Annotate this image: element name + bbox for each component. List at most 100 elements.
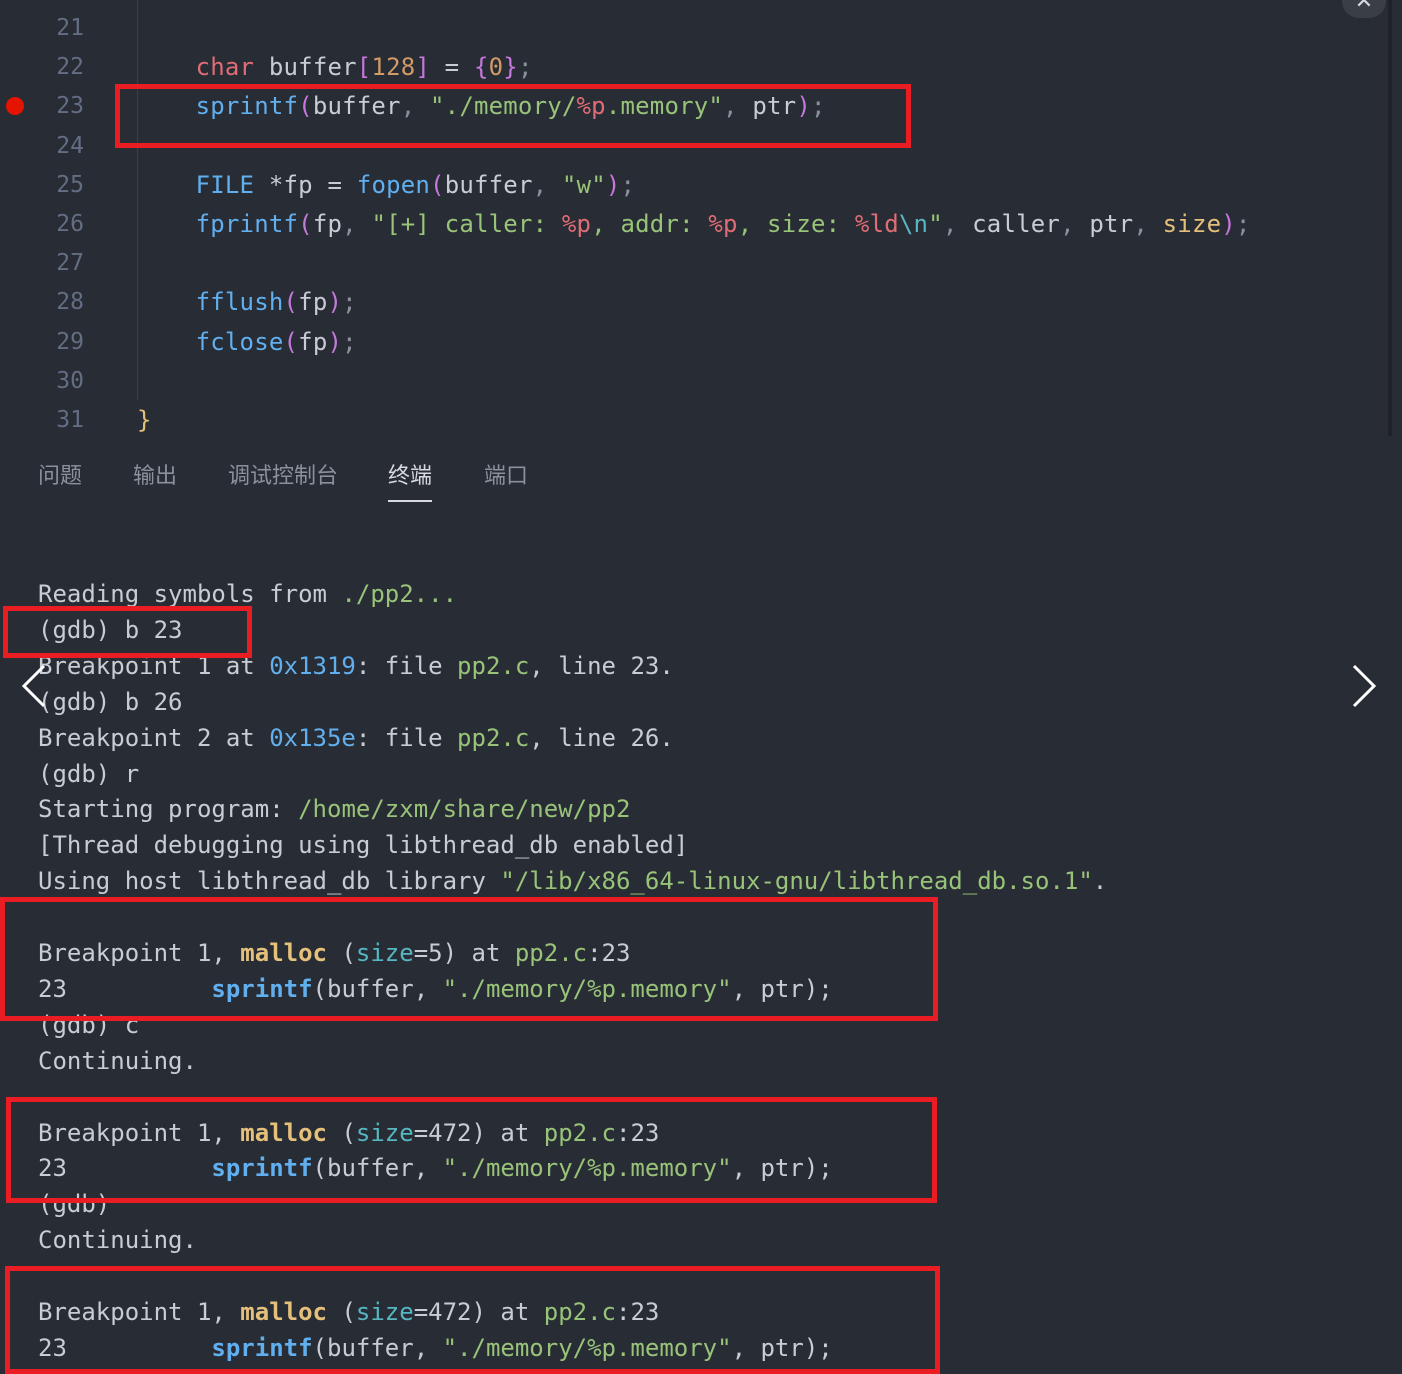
code-token: ( (283, 327, 299, 356)
terminal-line: 23 sprintf (buffer, "./memory/%p.memory",… (38, 971, 833, 1007)
code-token: FILE (195, 170, 255, 199)
line-number: 27 (56, 250, 84, 277)
terminal-token: 23 (38, 974, 212, 1003)
terminal-line: Breakpoint 2 at 0x135e: file pp2.c, line… (38, 720, 674, 756)
code-line[interactable]: 27 (0, 245, 1390, 281)
terminal[interactable]: Reading symbols from ./pp2... (gdb) b 23 B… (0, 516, 1402, 1374)
code-text: fclose(fp); (137, 328, 357, 356)
code-text: fflush(fp); (137, 288, 357, 316)
terminal-token: pp2.c (543, 1118, 616, 1147)
code-token: , (723, 92, 753, 121)
code-token: %p (708, 210, 738, 238)
terminal-token: /home/zxm/share/new/pp2 (298, 795, 631, 824)
code-token: "w" (561, 170, 606, 199)
terminal-token: size (355, 1118, 414, 1147)
terminal-token: 23 (38, 1333, 212, 1362)
code-token: ptr (1089, 210, 1134, 238)
terminal-token: [Thread debugging using libthread_db ena… (38, 831, 689, 860)
terminal-token: size (355, 1298, 414, 1326)
code-token: fflush (195, 288, 284, 317)
tab-problems[interactable]: 问题 (38, 458, 82, 500)
code-line[interactable]: 29 fclose(fp); (0, 324, 1390, 360)
tab-debug-console[interactable]: 调试控制台 (228, 458, 338, 500)
code-token: ; (1235, 210, 1251, 238)
code-line[interactable]: 31} (0, 402, 1390, 436)
terminal-line: 23 sprintf (buffer, "./memory/%p.memory",… (38, 1330, 833, 1366)
terminal-token: Using host libthread_db library (38, 867, 501, 896)
code-token: ) (1221, 210, 1236, 238)
code-token: " (928, 210, 943, 238)
terminal-token: malloc (240, 939, 327, 967)
terminal-token: Breakpoint 1, (38, 1298, 241, 1326)
code-token: buffer (444, 170, 533, 199)
line-number: 26 (56, 211, 84, 237)
terminal-token: Breakpoint 1, (38, 1118, 241, 1147)
code-token: fp (312, 210, 343, 238)
tab-output[interactable]: 输出 (133, 458, 177, 500)
code-text: fprintf(fp, "[+] caller: %p, addr: %p, s… (137, 210, 1251, 238)
code-token: , size: (737, 210, 855, 238)
code-text: } (137, 406, 152, 434)
line-number: 28 (56, 289, 84, 316)
code-token: size (1162, 210, 1222, 238)
code-line[interactable]: 30 (0, 363, 1390, 399)
line-number: 22 (56, 54, 84, 81)
chevron-left-icon[interactable] (16, 656, 56, 716)
terminal-token: (gdb) r (38, 759, 140, 788)
line-number: 25 (56, 171, 84, 198)
code-token: , (342, 210, 372, 238)
terminal-token: (gdb) b 26 (38, 687, 183, 716)
line-number: 29 (56, 328, 84, 355)
code-line[interactable]: 26 fprintf(fp, "[+] caller: %p, addr: %p… (0, 206, 1390, 242)
code-token: .memory" (605, 92, 724, 121)
code-token: , addr: (591, 210, 709, 238)
terminal-token: :23 (587, 939, 631, 967)
code-line[interactable]: 24 (0, 128, 1390, 164)
code-token: * (254, 170, 284, 199)
code-line[interactable]: 22 char buffer[128] = {0}; (0, 49, 1390, 85)
terminal-token: ( (327, 939, 356, 967)
code-token: } (137, 406, 152, 434)
code-token: char (195, 53, 255, 82)
code-token: sprintf (195, 92, 299, 121)
code-token: %p (576, 92, 606, 121)
terminal-token: pp2.c (457, 651, 530, 680)
code-token: } (503, 53, 518, 82)
terminal-token: sprintf (211, 1154, 313, 1183)
code-token: ; (620, 170, 636, 199)
terminal-token: ./pp2... (341, 580, 458, 608)
terminal-token: (gdb) (38, 1190, 111, 1219)
code-line[interactable]: 25 FILE *fp = fopen(buffer, "w"); (0, 167, 1390, 203)
code-token: %p (561, 210, 592, 238)
terminal-token: (gdb) b 23 (38, 615, 183, 644)
code-token: fp (298, 288, 328, 317)
code-line[interactable]: 23 sprintf(buffer, "./memory/%p.memory",… (0, 88, 1390, 124)
code-line[interactable]: 28 fflush(fp); (0, 284, 1390, 320)
terminal-token: , line 23. (529, 651, 674, 680)
code-token: buffer (312, 92, 401, 121)
chevron-right-icon[interactable] (1344, 656, 1384, 716)
code-line[interactable]: 21 (0, 10, 1390, 46)
code-token: ; (342, 327, 357, 356)
panel-tab-bar: 问题 输出 调试控制台 终端 端口 (0, 436, 1402, 516)
terminal-token: . (1092, 867, 1108, 896)
terminal-token: =472) at (413, 1298, 544, 1326)
code-token: 0 (488, 53, 504, 82)
terminal-token: 23 (38, 1154, 212, 1183)
code-token: ) (327, 327, 343, 356)
tab-terminal[interactable]: 终端 (388, 458, 433, 502)
code-token: ; (342, 288, 357, 317)
terminal-token: :23 (616, 1118, 660, 1147)
code-token: ( (298, 92, 313, 121)
terminal-token: Reading symbols from (38, 580, 342, 608)
code-token: , (532, 170, 562, 199)
terminal-token: pp2.c (543, 1298, 616, 1326)
tab-ports[interactable]: 端口 (484, 458, 528, 500)
terminal-token: , ptr); (731, 1333, 833, 1362)
code-token: = (312, 170, 357, 199)
vscode-window: 21 22 char buffer[128] = {0}; 23 sprintf(b… (0, 0, 1402, 1374)
code-editor[interactable]: 21 22 char buffer[128] = {0}; 23 sprintf(b… (0, 0, 1402, 436)
terminal-line: Breakpoint 1, malloc (size =5) at pp2.c:2… (38, 935, 630, 971)
